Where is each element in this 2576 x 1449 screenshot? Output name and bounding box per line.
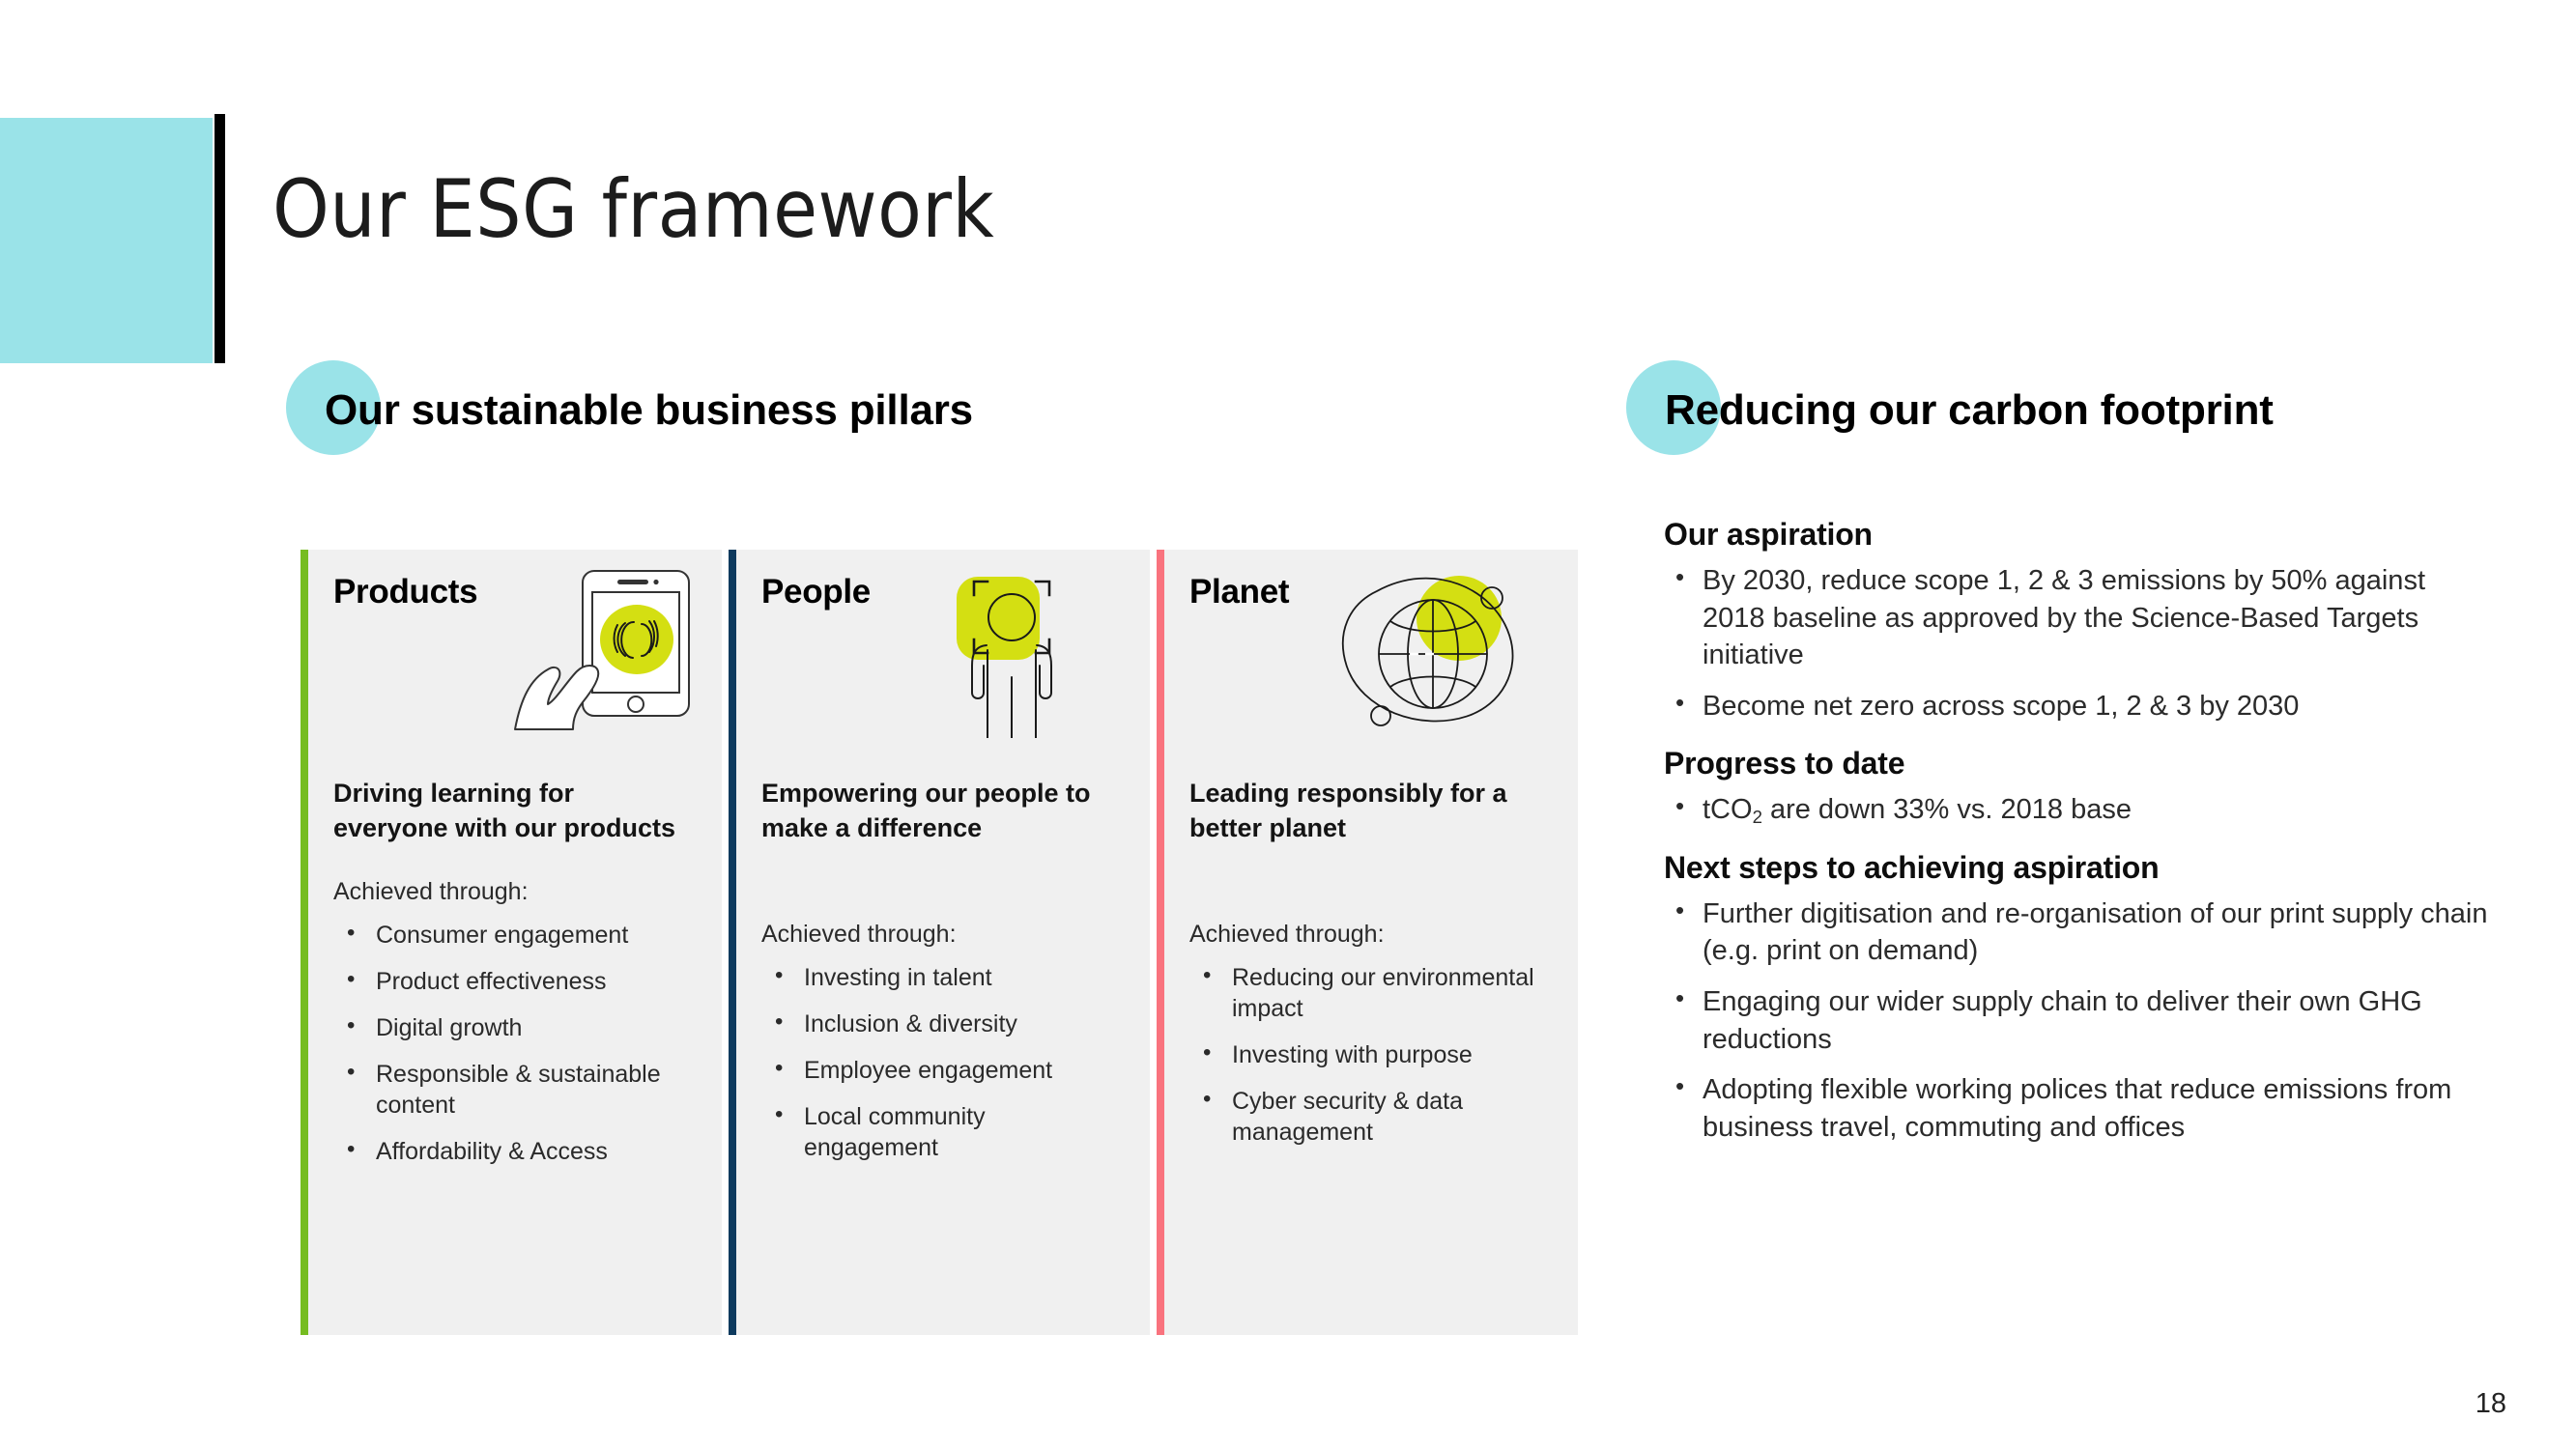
achieved-through-label: Achieved through: bbox=[761, 920, 957, 948]
list-item: Cyber security & data management bbox=[1189, 1085, 1549, 1148]
list-item: Responsible & sustainable content bbox=[333, 1058, 693, 1121]
pillar-card-planet: Planet Leading responsibly for a better … bbox=[1157, 550, 1578, 1335]
section-heading-pillars-label: Our sustainable business pillars bbox=[325, 386, 973, 434]
carbon-footprint-column: Our aspiration By 2030, reduce scope 1, … bbox=[1664, 517, 2495, 1159]
person-face-scan-icon bbox=[945, 569, 1071, 738]
pillar-accent-bar bbox=[729, 550, 736, 1335]
carbon-bullet-list-next-steps: Further digitisation and re-organisation… bbox=[1664, 894, 2495, 1146]
list-item: By 2030, reduce scope 1, 2 & 3 emissions… bbox=[1664, 560, 2495, 674]
tablet-fingerprint-icon bbox=[513, 563, 697, 732]
section-heading-carbon-label: Reducing our carbon footprint bbox=[1665, 386, 2274, 434]
page-number: 18 bbox=[2475, 1388, 2506, 1419]
list-item: Digital growth bbox=[333, 1011, 693, 1043]
pillars-row: Products Driving learning for everyone w… bbox=[301, 550, 1578, 1335]
pillar-accent-bar bbox=[1157, 550, 1164, 1335]
carbon-subheading: Next steps to achieving aspiration bbox=[1664, 849, 2160, 885]
achieved-through-label: Achieved through: bbox=[333, 877, 529, 905]
list-item: tCO2 are down 33% vs. 2018 base bbox=[1664, 789, 2495, 829]
pillar-statement: Leading responsibly for a better planet bbox=[1189, 779, 1507, 842]
pillar-statement: Empowering our people to make a differen… bbox=[761, 779, 1091, 842]
pillar-bullet-list: Investing in talent Inclusion & diversit… bbox=[761, 961, 1121, 1163]
achieved-through-label: Achieved through: bbox=[1189, 920, 1385, 948]
carbon-bullet-list-progress: tCO2 are down 33% vs. 2018 base bbox=[1664, 789, 2495, 829]
teal-accent-square bbox=[0, 118, 213, 363]
list-item: Investing with purpose bbox=[1189, 1038, 1549, 1070]
list-item: Local community engagement bbox=[761, 1100, 1121, 1163]
pillar-card-people: People Empowering our people to make a d… bbox=[729, 550, 1150, 1335]
list-item: Become net zero across scope 1, 2 & 3 by… bbox=[1664, 686, 2495, 725]
carbon-subheading: Our aspiration bbox=[1664, 517, 1873, 552]
list-item: Engaging our wider supply chain to deliv… bbox=[1664, 981, 2495, 1058]
pillar-bullet-list: Reducing our environmental impact Invest… bbox=[1189, 961, 1549, 1148]
globe-orbit-icon bbox=[1340, 571, 1543, 735]
list-item: Product effectiveness bbox=[333, 965, 693, 997]
list-item: Reducing our environmental impact bbox=[1189, 961, 1549, 1024]
pillar-accent-bar bbox=[301, 550, 308, 1335]
carbon-bullet-list-aspiration: By 2030, reduce scope 1, 2 & 3 emissions… bbox=[1664, 560, 2495, 725]
list-item: Further digitisation and re-organisation… bbox=[1664, 894, 2495, 970]
black-accent-bar bbox=[215, 114, 225, 363]
pillar-bullet-list: Consumer engagement Product effectivenes… bbox=[333, 919, 693, 1167]
pillar-statement: Driving learning for everyone with our p… bbox=[333, 779, 676, 842]
page-title: Our ESG framework bbox=[272, 162, 995, 256]
list-item: Consumer engagement bbox=[333, 919, 693, 951]
list-item: Inclusion & diversity bbox=[761, 1008, 1121, 1039]
list-item: Affordability & Access bbox=[333, 1135, 693, 1167]
list-item: Employee engagement bbox=[761, 1054, 1121, 1086]
list-item: Investing in talent bbox=[761, 961, 1121, 993]
carbon-subheading: Progress to date bbox=[1664, 746, 1905, 781]
pillar-card-products: Products Driving learning for everyone w… bbox=[301, 550, 722, 1335]
list-item: Adopting flexible working polices that r… bbox=[1664, 1069, 2495, 1146]
